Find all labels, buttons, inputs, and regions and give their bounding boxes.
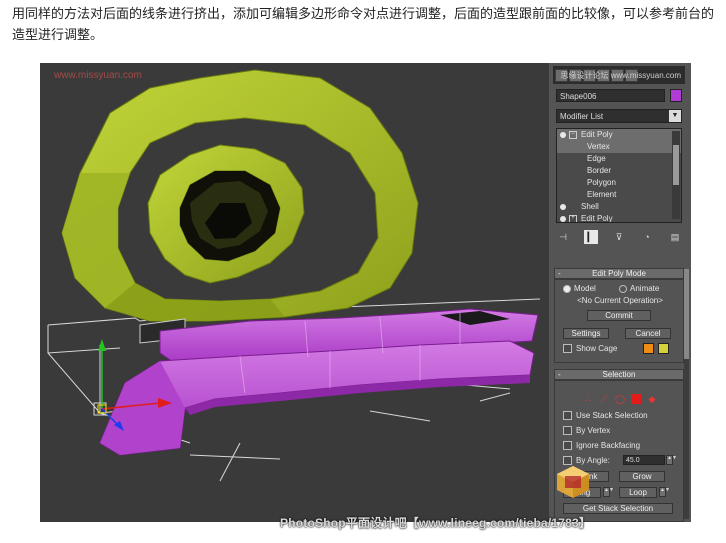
make-unique-icon[interactable]: ⊽	[612, 230, 626, 244]
settings-button[interactable]: Settings	[563, 328, 609, 339]
cancel-button[interactable]: Cancel	[625, 328, 671, 339]
stack-subitem-polygon[interactable]: Polygon	[557, 177, 681, 189]
caption-text: 用同样的方法对后面的线条进行挤出，添加可编辑多边形命令对点进行调整，后面的造型跟…	[12, 7, 715, 43]
command-panel: 思缘设计论坛 www.missyuan.com Shape006 Modifie…	[549, 63, 691, 522]
edge-mode-icon[interactable]: ⟋	[599, 394, 609, 404]
selection-rollout-header[interactable]: - Selection	[554, 369, 684, 380]
modifier-list-dropdown[interactable]: Modifier List ▼	[556, 109, 682, 123]
bulb-icon[interactable]	[560, 131, 566, 138]
edit-poly-mode-rollout: Model Animate <No Current Operation> Com…	[554, 279, 684, 363]
panel-scrollbar[interactable]	[684, 269, 689, 519]
collapse-icon[interactable]: −	[569, 130, 577, 139]
perspective-viewport[interactable]: www.missyuan.com	[40, 63, 549, 522]
by-vertex-checkbox[interactable]: By Vertex	[563, 426, 610, 436]
scene-render	[47, 69, 541, 482]
element-mode-icon[interactable]: ◆	[647, 394, 657, 404]
command-panel-tabs: 思缘设计论坛 www.missyuan.com	[553, 66, 685, 84]
cage-selected-color-swatch[interactable]	[658, 343, 669, 354]
modifier-list-label: Modifier List	[560, 112, 604, 121]
stack-subitem-vertex[interactable]: Vertex	[557, 141, 681, 153]
current-operation-text: <No Current Operation>	[577, 296, 663, 305]
configure-sets-icon[interactable]: ▤	[668, 230, 682, 244]
radio-off-icon	[619, 284, 627, 293]
cage-color-swatch[interactable]	[643, 343, 654, 354]
stack-toolbar: ⊣ ▎ ⊽ ◔ ▤	[556, 229, 682, 245]
get-stack-selection-button[interactable]: Get Stack Selection	[563, 503, 673, 514]
site-logo-icon	[557, 466, 589, 498]
edit-poly-mode-rollout-header[interactable]: - Edit Poly Mode	[554, 268, 684, 279]
footer-watermark: PhotoShop平面设计吧【www.lineeg.com/tieba/1783…	[280, 516, 592, 530]
stack-subitem-element[interactable]: Element	[557, 189, 681, 201]
panel-watermark: 思缘设计论坛 www.missyuan.com	[560, 71, 681, 80]
show-cage-checkbox[interactable]: Show Cage	[563, 344, 617, 354]
object-name-field[interactable]: Shape006	[556, 89, 665, 102]
animate-radio[interactable]: Animate	[619, 284, 659, 293]
vertex-mode-icon[interactable]: ∴	[583, 394, 593, 404]
stack-item-edit-poly-2[interactable]: + Edit Poly	[557, 213, 681, 222]
grow-button[interactable]: Grow	[619, 471, 665, 482]
model-radio[interactable]: Model	[563, 284, 596, 293]
commit-button[interactable]: Commit	[587, 310, 651, 321]
use-stack-selection-checkbox[interactable]: Use Stack Selection	[563, 411, 648, 421]
expand-icon[interactable]: +	[569, 214, 577, 222]
subobject-buttons: ∴ ⟋ ◯ ◆	[565, 393, 675, 405]
angle-input[interactable]: 45.0	[623, 455, 665, 465]
ring-spinner[interactable]: ▲▼	[603, 487, 614, 497]
polygon-mode-icon[interactable]	[631, 394, 641, 404]
loop-spinner[interactable]: ▲▼	[659, 487, 670, 497]
stack-item-shell[interactable]: Shell	[557, 201, 681, 213]
stack-subitem-edge[interactable]: Edge	[557, 153, 681, 165]
border-mode-icon[interactable]: ◯	[615, 394, 625, 404]
show-end-result-icon[interactable]: ▎	[584, 230, 598, 244]
ignore-backfacing-checkbox[interactable]: Ignore Backfacing	[563, 441, 640, 451]
object-color-swatch[interactable]	[670, 89, 682, 102]
loop-button[interactable]: Loop	[619, 487, 657, 498]
pin-stack-icon[interactable]: ⊣	[556, 230, 570, 244]
radio-on-icon	[563, 284, 571, 293]
remove-modifier-icon[interactable]: ◔	[640, 230, 654, 244]
chevron-down-icon: ▼	[669, 110, 681, 122]
stack-subitem-border[interactable]: Border	[557, 165, 681, 177]
bulb-icon[interactable]	[560, 203, 566, 210]
stack-scrollbar[interactable]	[672, 131, 680, 219]
max-screenshot: www.missyuan.com 思缘设计论坛 www.missyuan.com…	[40, 63, 691, 522]
angle-spinner[interactable]: ▲▼	[666, 455, 677, 465]
stack-item-edit-poly[interactable]: − Edit Poly	[557, 129, 681, 141]
modifier-stack[interactable]: − Edit Poly Vertex Edge Border Polygon El…	[556, 128, 682, 223]
bulb-icon[interactable]	[560, 215, 566, 222]
